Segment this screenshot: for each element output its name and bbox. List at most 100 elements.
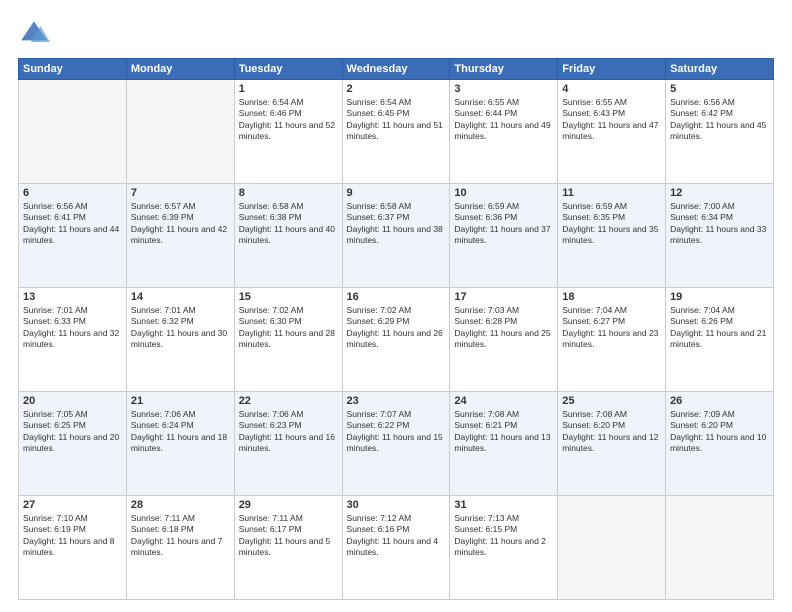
day-cell: 30 Sunrise: 7:12 AM Sunset: 6:16 PM Dayli… [342, 496, 450, 600]
day-number: 7 [131, 187, 230, 199]
weekday-tuesday: Tuesday [234, 59, 342, 80]
week-row-2: 6 Sunrise: 6:56 AM Sunset: 6:41 PM Daylig… [19, 184, 774, 288]
day-info: Sunrise: 7:06 AM Sunset: 6:24 PM Dayligh… [131, 409, 230, 455]
day-number: 20 [23, 395, 122, 407]
day-cell: 11 Sunrise: 6:59 AM Sunset: 6:35 PM Dayli… [558, 184, 666, 288]
day-info: Sunrise: 6:59 AM Sunset: 6:36 PM Dayligh… [454, 201, 553, 247]
day-info: Sunrise: 7:08 AM Sunset: 6:21 PM Dayligh… [454, 409, 553, 455]
day-cell: 6 Sunrise: 6:56 AM Sunset: 6:41 PM Daylig… [19, 184, 127, 288]
day-number: 12 [670, 187, 769, 199]
logo [18, 18, 54, 50]
day-cell: 29 Sunrise: 7:11 AM Sunset: 6:17 PM Dayli… [234, 496, 342, 600]
day-number: 27 [23, 499, 122, 511]
day-info: Sunrise: 6:55 AM Sunset: 6:44 PM Dayligh… [454, 97, 553, 143]
day-info: Sunrise: 7:01 AM Sunset: 6:32 PM Dayligh… [131, 305, 230, 351]
day-number: 24 [454, 395, 553, 407]
day-cell: 13 Sunrise: 7:01 AM Sunset: 6:33 PM Dayli… [19, 288, 127, 392]
weekday-thursday: Thursday [450, 59, 558, 80]
day-number: 25 [562, 395, 661, 407]
day-cell: 23Sunrise: 7:07 AM Sunset: 6:22 PM Dayli… [342, 392, 450, 496]
day-cell: 3 Sunrise: 6:55 AM Sunset: 6:44 PM Daylig… [450, 80, 558, 184]
day-number: 3 [454, 83, 553, 95]
day-number: 26 [670, 395, 769, 407]
weekday-monday: Monday [126, 59, 234, 80]
day-number: 16 [347, 291, 446, 303]
day-info: Sunrise: 7:10 AM Sunset: 6:19 PM Dayligh… [23, 513, 122, 559]
day-cell: 26 Sunrise: 7:09 AM Sunset: 6:20 PM Dayli… [666, 392, 774, 496]
day-cell [19, 80, 127, 184]
day-cell: 17Sunrise: 7:03 AM Sunset: 6:28 PM Dayli… [450, 288, 558, 392]
day-number: 29 [239, 499, 338, 511]
day-info: Sunrise: 6:59 AM Sunset: 6:35 PM Dayligh… [562, 201, 661, 247]
day-number: 10 [454, 187, 553, 199]
day-info: Sunrise: 7:01 AM Sunset: 6:33 PM Dayligh… [23, 305, 122, 351]
day-cell: 21 Sunrise: 7:06 AM Sunset: 6:24 PM Dayli… [126, 392, 234, 496]
day-number: 5 [670, 83, 769, 95]
day-cell: 28 Sunrise: 7:11 AM Sunset: 6:18 PM Dayli… [126, 496, 234, 600]
day-cell: 22 Sunrise: 7:06 AM Sunset: 6:23 PM Dayli… [234, 392, 342, 496]
day-info: Sunrise: 7:04 AM Sunset: 6:26 PM Dayligh… [670, 305, 769, 351]
day-cell: 5 Sunrise: 6:56 AM Sunset: 6:42 PM Daylig… [666, 80, 774, 184]
day-cell: 1 Sunrise: 6:54 AM Sunset: 6:46 PM Daylig… [234, 80, 342, 184]
day-cell: 18 Sunrise: 7:04 AM Sunset: 6:27 PM Dayli… [558, 288, 666, 392]
day-info: Sunrise: 6:56 AM Sunset: 6:41 PM Dayligh… [23, 201, 122, 247]
day-cell [126, 80, 234, 184]
day-cell: 2Sunrise: 6:54 AM Sunset: 6:45 PM Daylig… [342, 80, 450, 184]
week-row-4: 20Sunrise: 7:05 AM Sunset: 6:25 PM Dayli… [19, 392, 774, 496]
day-cell: 25 Sunrise: 7:08 AM Sunset: 6:20 PM Dayli… [558, 392, 666, 496]
calendar-table: SundayMondayTuesdayWednesdayThursdayFrid… [18, 58, 774, 600]
day-number: 1 [239, 83, 338, 95]
day-number: 31 [454, 499, 553, 511]
day-cell: 19 Sunrise: 7:04 AM Sunset: 6:26 PM Dayli… [666, 288, 774, 392]
day-info: Sunrise: 6:55 AM Sunset: 6:43 PM Dayligh… [562, 97, 661, 143]
day-number: 6 [23, 187, 122, 199]
day-info: Sunrise: 6:57 AM Sunset: 6:39 PM Dayligh… [131, 201, 230, 247]
day-cell: 20Sunrise: 7:05 AM Sunset: 6:25 PM Dayli… [19, 392, 127, 496]
day-info: Sunrise: 7:13 AM Sunset: 6:15 PM Dayligh… [454, 513, 553, 559]
weekday-sunday: Sunday [19, 59, 127, 80]
day-cell: 15 Sunrise: 7:02 AM Sunset: 6:30 PM Dayli… [234, 288, 342, 392]
day-number: 19 [670, 291, 769, 303]
day-info: Sunrise: 7:04 AM Sunset: 6:27 PM Dayligh… [562, 305, 661, 351]
day-number: 30 [347, 499, 446, 511]
day-info: Sunrise: 7:06 AM Sunset: 6:23 PM Dayligh… [239, 409, 338, 455]
day-number: 8 [239, 187, 338, 199]
day-info: Sunrise: 7:02 AM Sunset: 6:29 PM Dayligh… [347, 305, 446, 351]
day-cell: 31 Sunrise: 7:13 AM Sunset: 6:15 PM Dayli… [450, 496, 558, 600]
day-info: Sunrise: 7:11 AM Sunset: 6:18 PM Dayligh… [131, 513, 230, 559]
weekday-saturday: Saturday [666, 59, 774, 80]
day-info: Sunrise: 6:54 AM Sunset: 6:46 PM Dayligh… [239, 97, 338, 143]
header [18, 18, 774, 50]
day-number: 14 [131, 291, 230, 303]
day-number: 22 [239, 395, 338, 407]
day-number: 21 [131, 395, 230, 407]
day-info: Sunrise: 7:08 AM Sunset: 6:20 PM Dayligh… [562, 409, 661, 455]
day-info: Sunrise: 6:56 AM Sunset: 6:42 PM Dayligh… [670, 97, 769, 143]
day-number: 9 [347, 187, 446, 199]
weekday-wednesday: Wednesday [342, 59, 450, 80]
day-number: 11 [562, 187, 661, 199]
day-info: Sunrise: 6:58 AM Sunset: 6:37 PM Dayligh… [347, 201, 446, 247]
week-row-3: 13 Sunrise: 7:01 AM Sunset: 6:33 PM Dayli… [19, 288, 774, 392]
day-number: 28 [131, 499, 230, 511]
day-info: Sunrise: 7:09 AM Sunset: 6:20 PM Dayligh… [670, 409, 769, 455]
day-number: 15 [239, 291, 338, 303]
day-number: 13 [23, 291, 122, 303]
day-number: 17 [454, 291, 553, 303]
day-cell: 16 Sunrise: 7:02 AM Sunset: 6:29 PM Dayli… [342, 288, 450, 392]
day-cell [666, 496, 774, 600]
weekday-header-row: SundayMondayTuesdayWednesdayThursdayFrid… [19, 59, 774, 80]
day-cell: 7 Sunrise: 6:57 AM Sunset: 6:39 PM Daylig… [126, 184, 234, 288]
day-info: Sunrise: 7:02 AM Sunset: 6:30 PM Dayligh… [239, 305, 338, 351]
logo-icon [18, 18, 50, 50]
day-cell: 24 Sunrise: 7:08 AM Sunset: 6:21 PM Dayli… [450, 392, 558, 496]
day-cell: 8Sunrise: 6:58 AM Sunset: 6:38 PM Daylig… [234, 184, 342, 288]
day-cell: 12 Sunrise: 7:00 AM Sunset: 6:34 PM Dayli… [666, 184, 774, 288]
day-number: 18 [562, 291, 661, 303]
day-cell: 4Sunrise: 6:55 AM Sunset: 6:43 PM Daylig… [558, 80, 666, 184]
day-info: Sunrise: 7:11 AM Sunset: 6:17 PM Dayligh… [239, 513, 338, 559]
day-info: Sunrise: 7:00 AM Sunset: 6:34 PM Dayligh… [670, 201, 769, 247]
day-info: Sunrise: 7:12 AM Sunset: 6:16 PM Dayligh… [347, 513, 446, 559]
day-cell: 14 Sunrise: 7:01 AM Sunset: 6:32 PM Dayli… [126, 288, 234, 392]
day-info: Sunrise: 6:54 AM Sunset: 6:45 PM Dayligh… [347, 97, 446, 143]
